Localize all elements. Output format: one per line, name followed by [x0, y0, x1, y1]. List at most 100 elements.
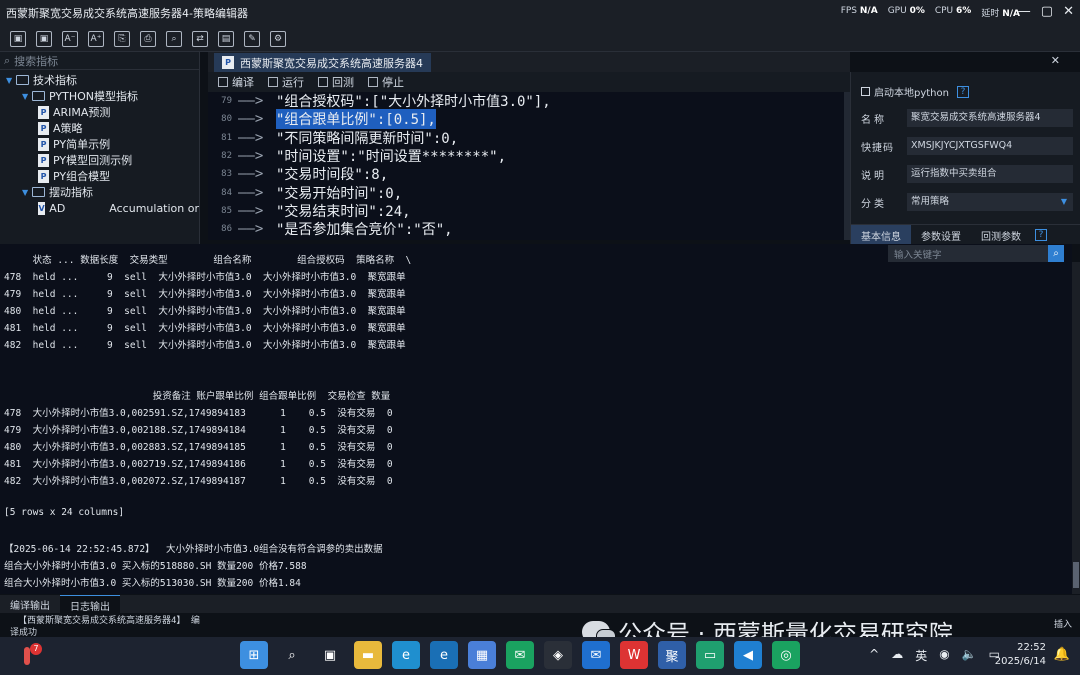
cloud-icon[interactable]: ☁ [891, 647, 903, 664]
tree-item[interactable]: P ARIMA预测 [0, 104, 199, 120]
shortcut-input[interactable]: XMSJKJYCJXTGSFWQ4 [907, 137, 1073, 155]
expand-arrow-icon[interactable]: ▼ [22, 92, 32, 101]
wifi-icon[interactable]: ◉ [939, 647, 949, 664]
tab-arrow: ——> [238, 129, 264, 146]
notification-bell-icon[interactable]: 🔔 [1054, 647, 1070, 662]
volume-icon[interactable]: 🔈 [962, 647, 977, 664]
output-line: 480 大小外择时小市值3.0,002883.SZ,1749894185 1 0… [4, 442, 393, 453]
tab-log-output[interactable]: 日志输出 [60, 595, 120, 613]
indicator-search-input[interactable]: ⌕ 搜索指标 [0, 52, 199, 70]
output-line: 组合大小外择时小市值3.0 买入标的513030.SH 数量200 价格1.84 [4, 578, 301, 589]
tree-folder[interactable]: ▼ PYTHON模型指标 [0, 88, 199, 104]
backtest-button[interactable]: 回测 [318, 74, 354, 90]
name-input[interactable]: 聚宽交易成交系统高速服务器4 [907, 109, 1073, 127]
store-icon[interactable]: ▦ [468, 641, 496, 669]
edge-dev-icon[interactable]: e [430, 641, 458, 669]
expand-arrow-icon[interactable]: ▼ [6, 76, 16, 85]
font-increase-icon[interactable]: A⁺ [88, 30, 104, 47]
editor-tab[interactable]: P 西蒙斯聚宽交易成交系统高速服务器4 [214, 53, 431, 72]
tree-item[interactable]: P PY模型回测示例 [0, 152, 199, 168]
stat-cpu: CPU 6% [934, 6, 972, 16]
tab-params[interactable]: 参数设置 [911, 225, 971, 244]
maximize-button[interactable]: ▢ [1041, 4, 1053, 19]
output-scrollbar[interactable] [1072, 262, 1080, 594]
output-line: 组合大小外择时小市值3.0 买入标的518880.SH 数量200 价格7.58… [4, 561, 307, 572]
indicator-tree: ▼ 技术指标 ▼ PYTHON模型指标 P ARIMA预测 P A策略 P PY简单示例 P PY模型… [0, 70, 199, 216]
find-icon[interactable]: ⌕ [166, 30, 182, 47]
code-line[interactable]: 79 ——> "组合授权码":["大小外择时小市值3.0"], [208, 92, 844, 110]
code-line[interactable]: 86 ——> "是否参加集合竞价":"否", [208, 220, 844, 238]
tab-backtest-params[interactable]: 回测参数 [971, 225, 1031, 244]
document-icon[interactable]: ▤ [218, 30, 234, 47]
chevron-up-icon[interactable]: ^ [869, 647, 879, 664]
cube-app-icon[interactable]: ◈ [544, 641, 572, 669]
tab-compile-output[interactable]: 编译输出 [0, 595, 60, 613]
wechat-icon[interactable]: ◎ [772, 641, 800, 669]
code-line[interactable]: 81 ——> "不同策略间隔更新时间":0, [208, 129, 844, 147]
remote-app-icon[interactable]: ▭ [696, 641, 724, 669]
code-editor[interactable]: 79 ——> "组合授权码":["大小外择时小市值3.0"], 80 ——> "组合跟单比… [208, 92, 844, 240]
category-select[interactable]: 常用策略 ▼ [907, 193, 1073, 211]
trading-app-icon[interactable]: 聚 [658, 641, 686, 669]
tree-item[interactable]: P PY简单示例 [0, 136, 199, 152]
output-tabs: 编译输出 日志输出 [0, 595, 1080, 613]
code-line[interactable]: 83 ——> "交易时间段":8, [208, 165, 844, 183]
task-view-icon[interactable]: ▣ [316, 641, 344, 669]
editor-tab-title: 西蒙斯聚宽交易成交系统高速服务器4 [240, 56, 423, 70]
weather-widget[interactable]: 7 [18, 643, 42, 669]
file-icon: P [38, 169, 49, 183]
save-icon[interactable]: ▣ [10, 30, 26, 47]
copy-icon[interactable]: ⎘ [114, 30, 130, 47]
stop-button[interactable]: 停止 [368, 74, 404, 90]
tree-label: 技术指标 [33, 74, 77, 87]
help-icon[interactable]: ? [956, 85, 969, 98]
windows-start-icon[interactable]: ⊞ [240, 641, 268, 669]
file-explorer-icon[interactable]: ▬ [354, 641, 382, 669]
tree-folder[interactable]: ▼ 摆动指标 [0, 184, 199, 200]
clock[interactable]: 22:52 2025/6/14 [995, 641, 1046, 669]
help-icon[interactable]: ? [1035, 229, 1047, 241]
vscode-icon[interactable]: ◀ [734, 641, 762, 669]
wps-icon[interactable]: W [620, 641, 648, 669]
minimize-button[interactable]: — [1018, 4, 1031, 19]
paste-icon[interactable]: ⎙ [140, 30, 156, 47]
code-line[interactable]: 85 ——> "交易结束时间":24, [208, 202, 844, 220]
document-settings-icon[interactable]: ⚙ [270, 30, 286, 47]
stat-fps: FPS N/A [840, 6, 878, 16]
font-decrease-icon[interactable]: A⁻ [62, 30, 78, 47]
close-button[interactable]: ✕ [1063, 4, 1074, 19]
search-icon[interactable]: ⌕ [1048, 245, 1064, 262]
description-input[interactable]: 运行指数中买卖组合 [907, 165, 1073, 183]
edge-icon[interactable]: e [392, 641, 420, 669]
close-tab-icon[interactable]: ✕ [1051, 54, 1060, 67]
ime-icon[interactable]: 英 [915, 647, 927, 664]
mail-icon[interactable]: ✉ [582, 641, 610, 669]
code-line[interactable]: 82 ——> "时间设置":"时间设置********", [208, 147, 844, 165]
file-icon: P [38, 105, 49, 119]
find-replace-icon[interactable]: ⇄ [192, 30, 208, 47]
backtest-icon [318, 77, 328, 87]
enable-local-python-checkbox[interactable]: 启动本地python ? [861, 84, 969, 99]
scroll-thumb[interactable] [1073, 562, 1079, 588]
code-text: "组合授权码":["大小外择时小市值3.0"], [276, 94, 551, 111]
run-button[interactable]: 运行 [268, 74, 304, 90]
tree-item[interactable]: P A策略 [0, 120, 199, 136]
tree-item[interactable]: P PY组合模型 [0, 168, 199, 184]
keyword-search-input[interactable]: 输入关键字 [888, 247, 1048, 261]
python-file-icon: P [222, 56, 234, 69]
compile-button[interactable]: 编译 [218, 74, 254, 90]
run-icon [268, 77, 278, 87]
code-line[interactable]: 80 ——> "组合跟单比例":[0.5], [208, 109, 844, 130]
document-edit-icon[interactable]: ✎ [244, 30, 260, 47]
tree-item[interactable]: V AD Accumulation or [0, 200, 199, 216]
tree-folder[interactable]: ▼ 技术指标 [0, 72, 199, 88]
tab-basic-info[interactable]: 基本信息 [851, 225, 911, 244]
indicator-panel: ⌕ 搜索指标 ▼ 技术指标 ▼ PYTHON模型指标 P ARIMA预测 P A策略 P PY简单… [0, 52, 200, 296]
code-line[interactable]: 84 ——> "交易开始时间":0, [208, 183, 844, 202]
search-icon[interactable]: ⌕ [278, 641, 306, 669]
expand-arrow-icon[interactable]: ▼ [22, 188, 32, 197]
green-app-icon[interactable]: ✉ [506, 641, 534, 669]
field-shortcut: 快捷码 XMSJKJYCJXTGSFWQ4 [861, 137, 1073, 155]
tree-label: A策略 [53, 122, 83, 135]
save-all-icon[interactable]: ▣ [36, 30, 52, 47]
